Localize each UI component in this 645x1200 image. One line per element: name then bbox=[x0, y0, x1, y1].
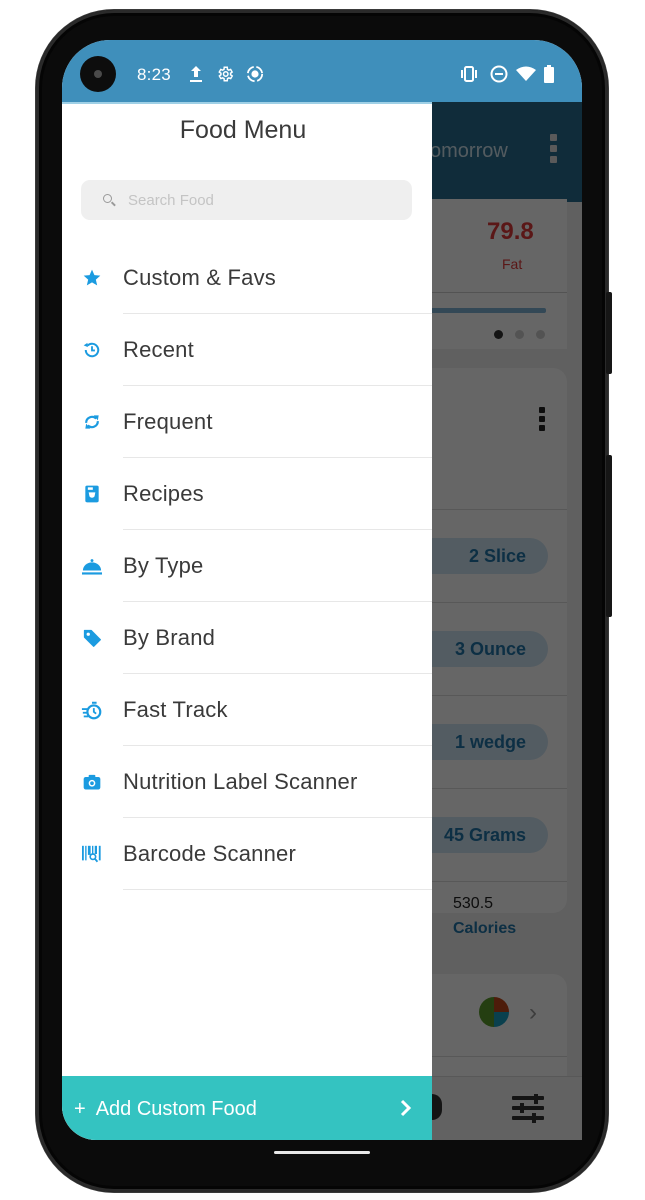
add-custom-food-button[interactable]: + Add Custom Food bbox=[62, 1076, 432, 1140]
star-icon bbox=[81, 267, 103, 289]
menu-item-custom-favs[interactable]: Custom & Favs bbox=[62, 242, 432, 314]
menu-item-recent[interactable]: Recent bbox=[62, 314, 432, 386]
settings-icon bbox=[216, 64, 234, 84]
menu-item-label: Barcode Scanner bbox=[123, 841, 296, 866]
upload-icon bbox=[189, 64, 203, 84]
menu-item-recipes[interactable]: Recipes bbox=[62, 458, 432, 530]
screen-record-icon bbox=[246, 64, 264, 84]
menu-item-label: Recent bbox=[123, 337, 194, 362]
plus-icon: + bbox=[74, 1097, 86, 1120]
menu-item-fast-track[interactable]: Fast Track bbox=[62, 674, 432, 746]
drawer-title: Food Menu bbox=[179, 116, 307, 144]
menu-item-label: Frequent bbox=[123, 409, 213, 434]
home-gesture-bar[interactable] bbox=[274, 1151, 370, 1154]
menu-item-label: Custom & Favs bbox=[123, 265, 276, 290]
recipe-book-icon bbox=[81, 483, 103, 505]
vibrate-icon bbox=[459, 64, 479, 84]
food-menu-list: Custom & Favs Recent Frequent Recipes By… bbox=[62, 242, 432, 890]
history-icon bbox=[81, 339, 103, 361]
volume-button bbox=[606, 455, 612, 617]
menu-item-by-brand[interactable]: By Brand bbox=[62, 602, 432, 674]
battery-icon bbox=[544, 64, 554, 84]
camera-icon bbox=[81, 771, 103, 793]
status-time: 8:23 bbox=[137, 65, 171, 84]
barcode-icon bbox=[81, 843, 103, 865]
search-input[interactable] bbox=[128, 191, 378, 209]
wifi-icon bbox=[516, 64, 536, 84]
menu-item-frequent[interactable]: Frequent bbox=[62, 386, 432, 458]
power-button bbox=[606, 292, 612, 374]
menu-item-label: Fast Track bbox=[123, 697, 228, 722]
chevron-right-icon bbox=[400, 1098, 412, 1118]
food-menu-drawer: Food Menu Custom & Favs Recent bbox=[62, 102, 432, 1140]
menu-item-label: Nutrition Label Scanner bbox=[123, 769, 358, 794]
search-field[interactable] bbox=[81, 180, 412, 220]
tag-icon bbox=[81, 627, 103, 649]
do-not-disturb-icon bbox=[490, 64, 508, 84]
add-custom-food-label: Add Custom Food bbox=[95, 1097, 257, 1120]
search-icon bbox=[103, 193, 116, 207]
divider bbox=[123, 889, 432, 890]
stopwatch-icon bbox=[81, 699, 103, 721]
food-cloche-icon bbox=[81, 555, 103, 577]
menu-item-nutrition-label-scanner[interactable]: Nutrition Label Scanner bbox=[62, 746, 432, 818]
menu-item-label: By Type bbox=[123, 553, 204, 578]
front-camera bbox=[80, 56, 116, 92]
repeat-icon bbox=[81, 411, 103, 433]
menu-item-label: Recipes bbox=[123, 481, 204, 506]
status-bar: 8:23 bbox=[62, 40, 582, 102]
screen: 8:23 Tomorrow 79.8 Fat bbox=[62, 40, 582, 1140]
menu-item-barcode-scanner[interactable]: Barcode Scanner bbox=[62, 818, 432, 890]
menu-item-by-type[interactable]: By Type bbox=[62, 530, 432, 602]
menu-item-label: By Brand bbox=[123, 625, 216, 650]
